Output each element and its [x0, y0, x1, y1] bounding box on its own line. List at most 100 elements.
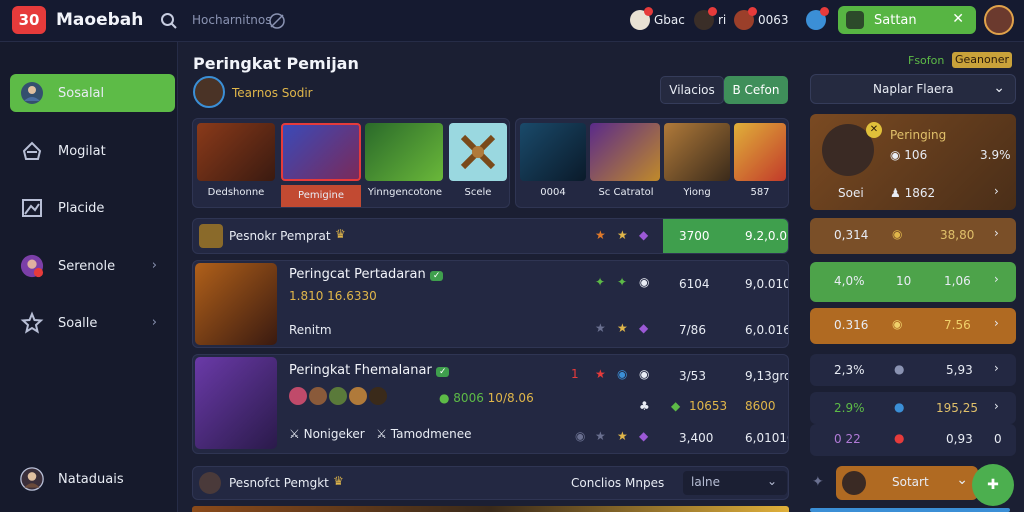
badge-dot: [748, 7, 757, 16]
card-stat: 3.9%: [980, 148, 1011, 162]
coin-icon: ◉: [892, 227, 903, 241]
region-dropdown[interactable]: Naplar Flaera ⌄: [810, 74, 1016, 104]
notification-label: ri: [718, 13, 727, 27]
user-avatar: [846, 11, 864, 29]
star-icon: ★: [595, 321, 606, 335]
hero-portrait[interactable]: [734, 123, 786, 181]
chevron-right-icon[interactable]: ›: [994, 184, 999, 198]
stat-row[interactable]: 0 22 ● 0,93 0: [810, 424, 1016, 456]
entry-value: 7/86: [679, 323, 706, 337]
cefon-button[interactable]: B Cefon: [724, 76, 788, 104]
row-center-label: Conclios Mnpes: [571, 476, 665, 490]
hero-caption: Yiong: [683, 187, 711, 198]
sidebar-item-placide[interactable]: Placide: [10, 189, 175, 227]
gem-icon: ◆: [639, 228, 649, 242]
gem-icon: ◆: [639, 321, 649, 335]
profile-avatar[interactable]: [984, 5, 1014, 35]
close-icon[interactable]: ✕: [952, 11, 964, 27]
sotart-button[interactable]: Sotart ⌄: [836, 466, 978, 500]
card-name: Soei: [838, 186, 864, 200]
notification-item-1[interactable]: Gbac: [630, 7, 685, 32]
next-row-peek: [810, 508, 1010, 512]
filter-icon[interactable]: [268, 12, 286, 30]
ranking-entry[interactable]: Peringkat Fhemalanar ✓ ● 8006 10/8.06 ⚔ …: [192, 354, 789, 454]
profile-avatar-icon: [20, 467, 44, 491]
star-icon: ★: [617, 321, 628, 335]
summary-row[interactable]: Pesnokr Pemprat ♛ ★ ★ ◆ 3700 9.2,0.0: [192, 218, 789, 254]
notification-item-3[interactable]: 0063: [734, 7, 789, 32]
main-panel: Peringkat Pemijan Tearnos Sodir Vilacios…: [180, 42, 800, 512]
avatar: [199, 472, 221, 494]
chevron-right-icon[interactable]: ›: [994, 226, 999, 240]
search-icon[interactable]: [160, 12, 178, 30]
chevron-right-icon[interactable]: ›: [994, 272, 999, 286]
stat-row[interactable]: 0,314 ◉ 38,80 ›: [810, 218, 1016, 254]
sidebar-footer-profile[interactable]: Nataduais: [10, 460, 175, 498]
entry-value: 3/53: [679, 369, 706, 383]
entry-value: 3,400: [679, 431, 714, 445]
hero-portrait[interactable]: [449, 123, 507, 181]
sidebar-item-label: Sosalal: [58, 85, 105, 101]
entry-value: 9,13grd: [745, 369, 789, 383]
footer-select[interactable]: lalne ⌄: [683, 471, 787, 495]
star-icon: ★: [595, 367, 606, 381]
stat-value: 1,06: [944, 274, 971, 288]
stat-value: 2,3%: [834, 363, 865, 377]
avatar: [842, 471, 866, 495]
sidebar-item-label: Placide: [58, 200, 105, 216]
sidebar-item-label: Mogilat: [58, 143, 106, 159]
stat-value: 0: [994, 432, 1002, 446]
stat-value: 2.9%: [834, 401, 865, 415]
next-row-peek: [192, 506, 789, 512]
sidebar-item-sosalal[interactable]: Sosalal: [10, 74, 175, 112]
stat-row[interactable]: 2.9% ● 195,25 ›: [810, 392, 1016, 424]
chart-icon: [20, 196, 44, 220]
tag-badge: ✓: [429, 271, 444, 281]
chat-fab-button[interactable]: ✚: [972, 464, 1014, 506]
player-card[interactable]: ✕ Peringing ◉ 106 3.9% Soei ♟ 1862 ›: [810, 114, 1016, 210]
stat-row[interactable]: 4,0% 10 1,06 ›: [810, 262, 1016, 302]
crown-icon: ♛: [333, 474, 344, 488]
card-title: Peringing: [890, 128, 947, 142]
hero-portrait[interactable]: [664, 123, 730, 181]
stat-row[interactable]: 2,3% ● 5,93 ›: [810, 354, 1016, 386]
vilacios-button[interactable]: Vilacios: [660, 76, 724, 104]
entry-title: Peringcat Pertadaran ✓: [289, 267, 444, 282]
search-input[interactable]: Hocharnitnos: [192, 13, 272, 27]
sidebar-item-mogilat[interactable]: Mogilat: [10, 132, 175, 170]
chevron-right-icon: ›: [151, 258, 157, 273]
right-badge-gold: Geanoner: [952, 52, 1012, 68]
card-stat: ◉ 106: [890, 148, 928, 162]
hero-portrait[interactable]: [281, 123, 361, 181]
hero-portrait[interactable]: [197, 123, 275, 181]
shield-item[interactable]: [806, 7, 829, 32]
sidebar: Sosalal Mogilat Placide Serenole › Soall…: [0, 42, 178, 512]
ranking-entry[interactable]: Peringcat Pertadaran ✓ 1.810 16.6330 Ren…: [192, 260, 789, 348]
chevron-right-icon[interactable]: ›: [994, 316, 999, 330]
chevron-right-icon[interactable]: ›: [994, 399, 999, 413]
star-icon: ★: [595, 429, 606, 443]
stat-value: 4,0%: [834, 274, 865, 288]
chevron-right-icon[interactable]: ›: [994, 361, 999, 375]
notification-item-2[interactable]: ri: [694, 7, 727, 32]
entry-tags: ⚔ Nonigeker ⚔ Tamodmenee: [289, 427, 472, 441]
sidebar-item-serenole[interactable]: Serenole ›: [10, 247, 175, 285]
subtitle-avatar: [193, 76, 225, 108]
stat-row[interactable]: 0.316 ◉ 7.56 ›: [810, 308, 1016, 344]
close-icon[interactable]: ✕: [866, 122, 882, 138]
user-avatar-icon: [20, 81, 44, 105]
footer-row[interactable]: Pesnofct Pemgkt ♛ Conclios Mnpes lalne ⌄: [192, 466, 789, 500]
hero-portrait: [195, 357, 277, 449]
coin-icon: ◉: [892, 317, 903, 331]
avatar: [630, 7, 653, 30]
hero-avatar-row: [289, 387, 387, 405]
sidebar-item-soalle[interactable]: Soalle ›: [10, 304, 175, 342]
hero-portrait[interactable]: [365, 123, 443, 181]
user-pill[interactable]: Sattan ✕: [838, 6, 976, 34]
right-badge: Fsofon: [908, 54, 945, 67]
stat-value: 0,93: [946, 432, 973, 446]
hero-portrait[interactable]: [590, 123, 660, 181]
badge-dot: [708, 7, 717, 16]
hero-portrait[interactable]: [520, 123, 586, 181]
app-logo[interactable]: 30: [12, 6, 46, 34]
